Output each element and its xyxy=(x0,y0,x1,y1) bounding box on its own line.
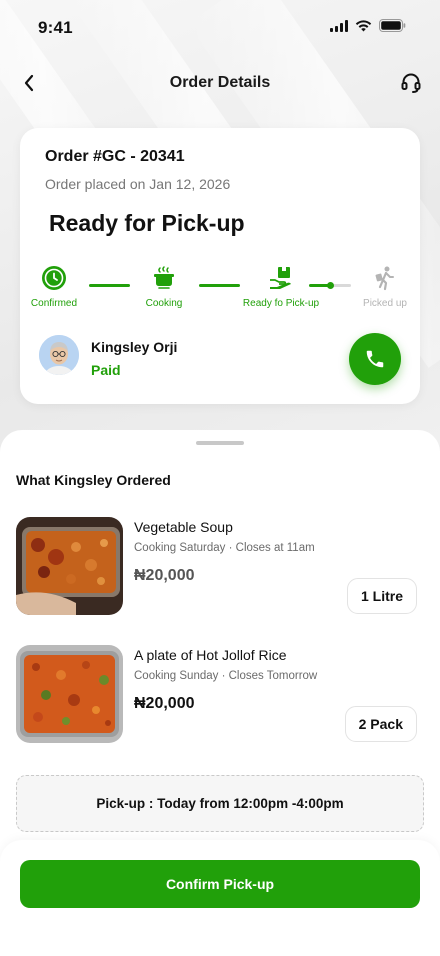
item-meta: Cooking Saturday · Closes at 11am xyxy=(134,542,315,554)
item-price: ₦20,000 xyxy=(134,695,195,712)
call-button[interactable] xyxy=(349,333,401,385)
step-label-picked-up: Picked up xyxy=(363,298,407,309)
sheet-drag-handle[interactable] xyxy=(196,441,244,445)
item-quantity-badge: 1 Litre xyxy=(346,578,417,614)
step-label-confirmed: Confirmed xyxy=(30,298,78,309)
step-ready: Ready fo Pick-up xyxy=(234,264,328,309)
phone-icon xyxy=(366,350,384,368)
payment-status: Paid xyxy=(91,362,121,378)
header: Order Details xyxy=(0,62,440,106)
order-number: Order #GC - 20341 xyxy=(45,148,185,165)
order-details-screen: 9:41 Order Details Order #GC - 20341 Ord… xyxy=(0,0,440,956)
avatar-illustration xyxy=(39,335,79,375)
status-bar: 9:41 xyxy=(0,0,440,54)
food-image-vegetable-soup xyxy=(16,517,123,615)
clock-icon xyxy=(42,266,66,290)
page-title: Order Details xyxy=(169,74,271,91)
step-label-ready: Ready fo Pick-up xyxy=(242,298,320,309)
item-name: A plate of Hot Jollof Rice xyxy=(134,647,287,663)
section-title: What Kingsley Ordered xyxy=(16,472,171,488)
status-icons xyxy=(330,19,406,32)
cooking-pot-icon xyxy=(154,266,174,289)
item-price: ₦20,000 xyxy=(134,567,195,584)
battery-icon xyxy=(379,19,406,32)
customer-name: Kingsley Orji xyxy=(91,339,178,355)
food-image-jollof-rice xyxy=(16,645,123,743)
list-item[interactable]: A plate of Hot Jollof Rice Cooking Sunda… xyxy=(16,645,424,745)
order-summary-card: Order #GC - 20341 Order placed on Jan 12… xyxy=(20,128,420,404)
cellular-signal-icon xyxy=(330,19,348,32)
item-quantity-badge: 2 Pack xyxy=(344,706,417,742)
item-name: Vegetable Soup xyxy=(134,519,233,535)
item-meta: Cooking Sunday · Closes Tomorrow xyxy=(134,670,318,682)
support-button[interactable] xyxy=(398,70,424,96)
footer: Confirm Pick-up xyxy=(0,840,440,956)
wifi-icon xyxy=(355,19,372,31)
confirm-pickup-button[interactable]: Confirm Pick-up xyxy=(20,860,420,908)
order-status: Ready for Pick-up xyxy=(49,210,245,236)
pickup-window-notice: Pick-up : Today from 12:00pm -4:00pm xyxy=(16,775,424,832)
step-picked-up: Picked up xyxy=(356,264,414,309)
headset-icon xyxy=(401,73,421,93)
list-item[interactable]: Vegetable Soup Cooking Saturday · Closes… xyxy=(16,517,424,617)
order-progress-tracker: Confirmed Cooking Ready fo Pick-up Picke… xyxy=(20,264,420,310)
step-cooking: Cooking xyxy=(134,264,194,309)
step-confirmed: Confirmed xyxy=(24,264,84,309)
walking-person-icon xyxy=(375,266,394,291)
status-time: 9:41 xyxy=(38,18,73,37)
step-label-cooking: Cooking xyxy=(145,298,183,309)
hand-package-icon xyxy=(270,267,291,289)
avatar xyxy=(39,335,79,375)
order-date: Order placed on Jan 12, 2026 xyxy=(45,176,231,192)
